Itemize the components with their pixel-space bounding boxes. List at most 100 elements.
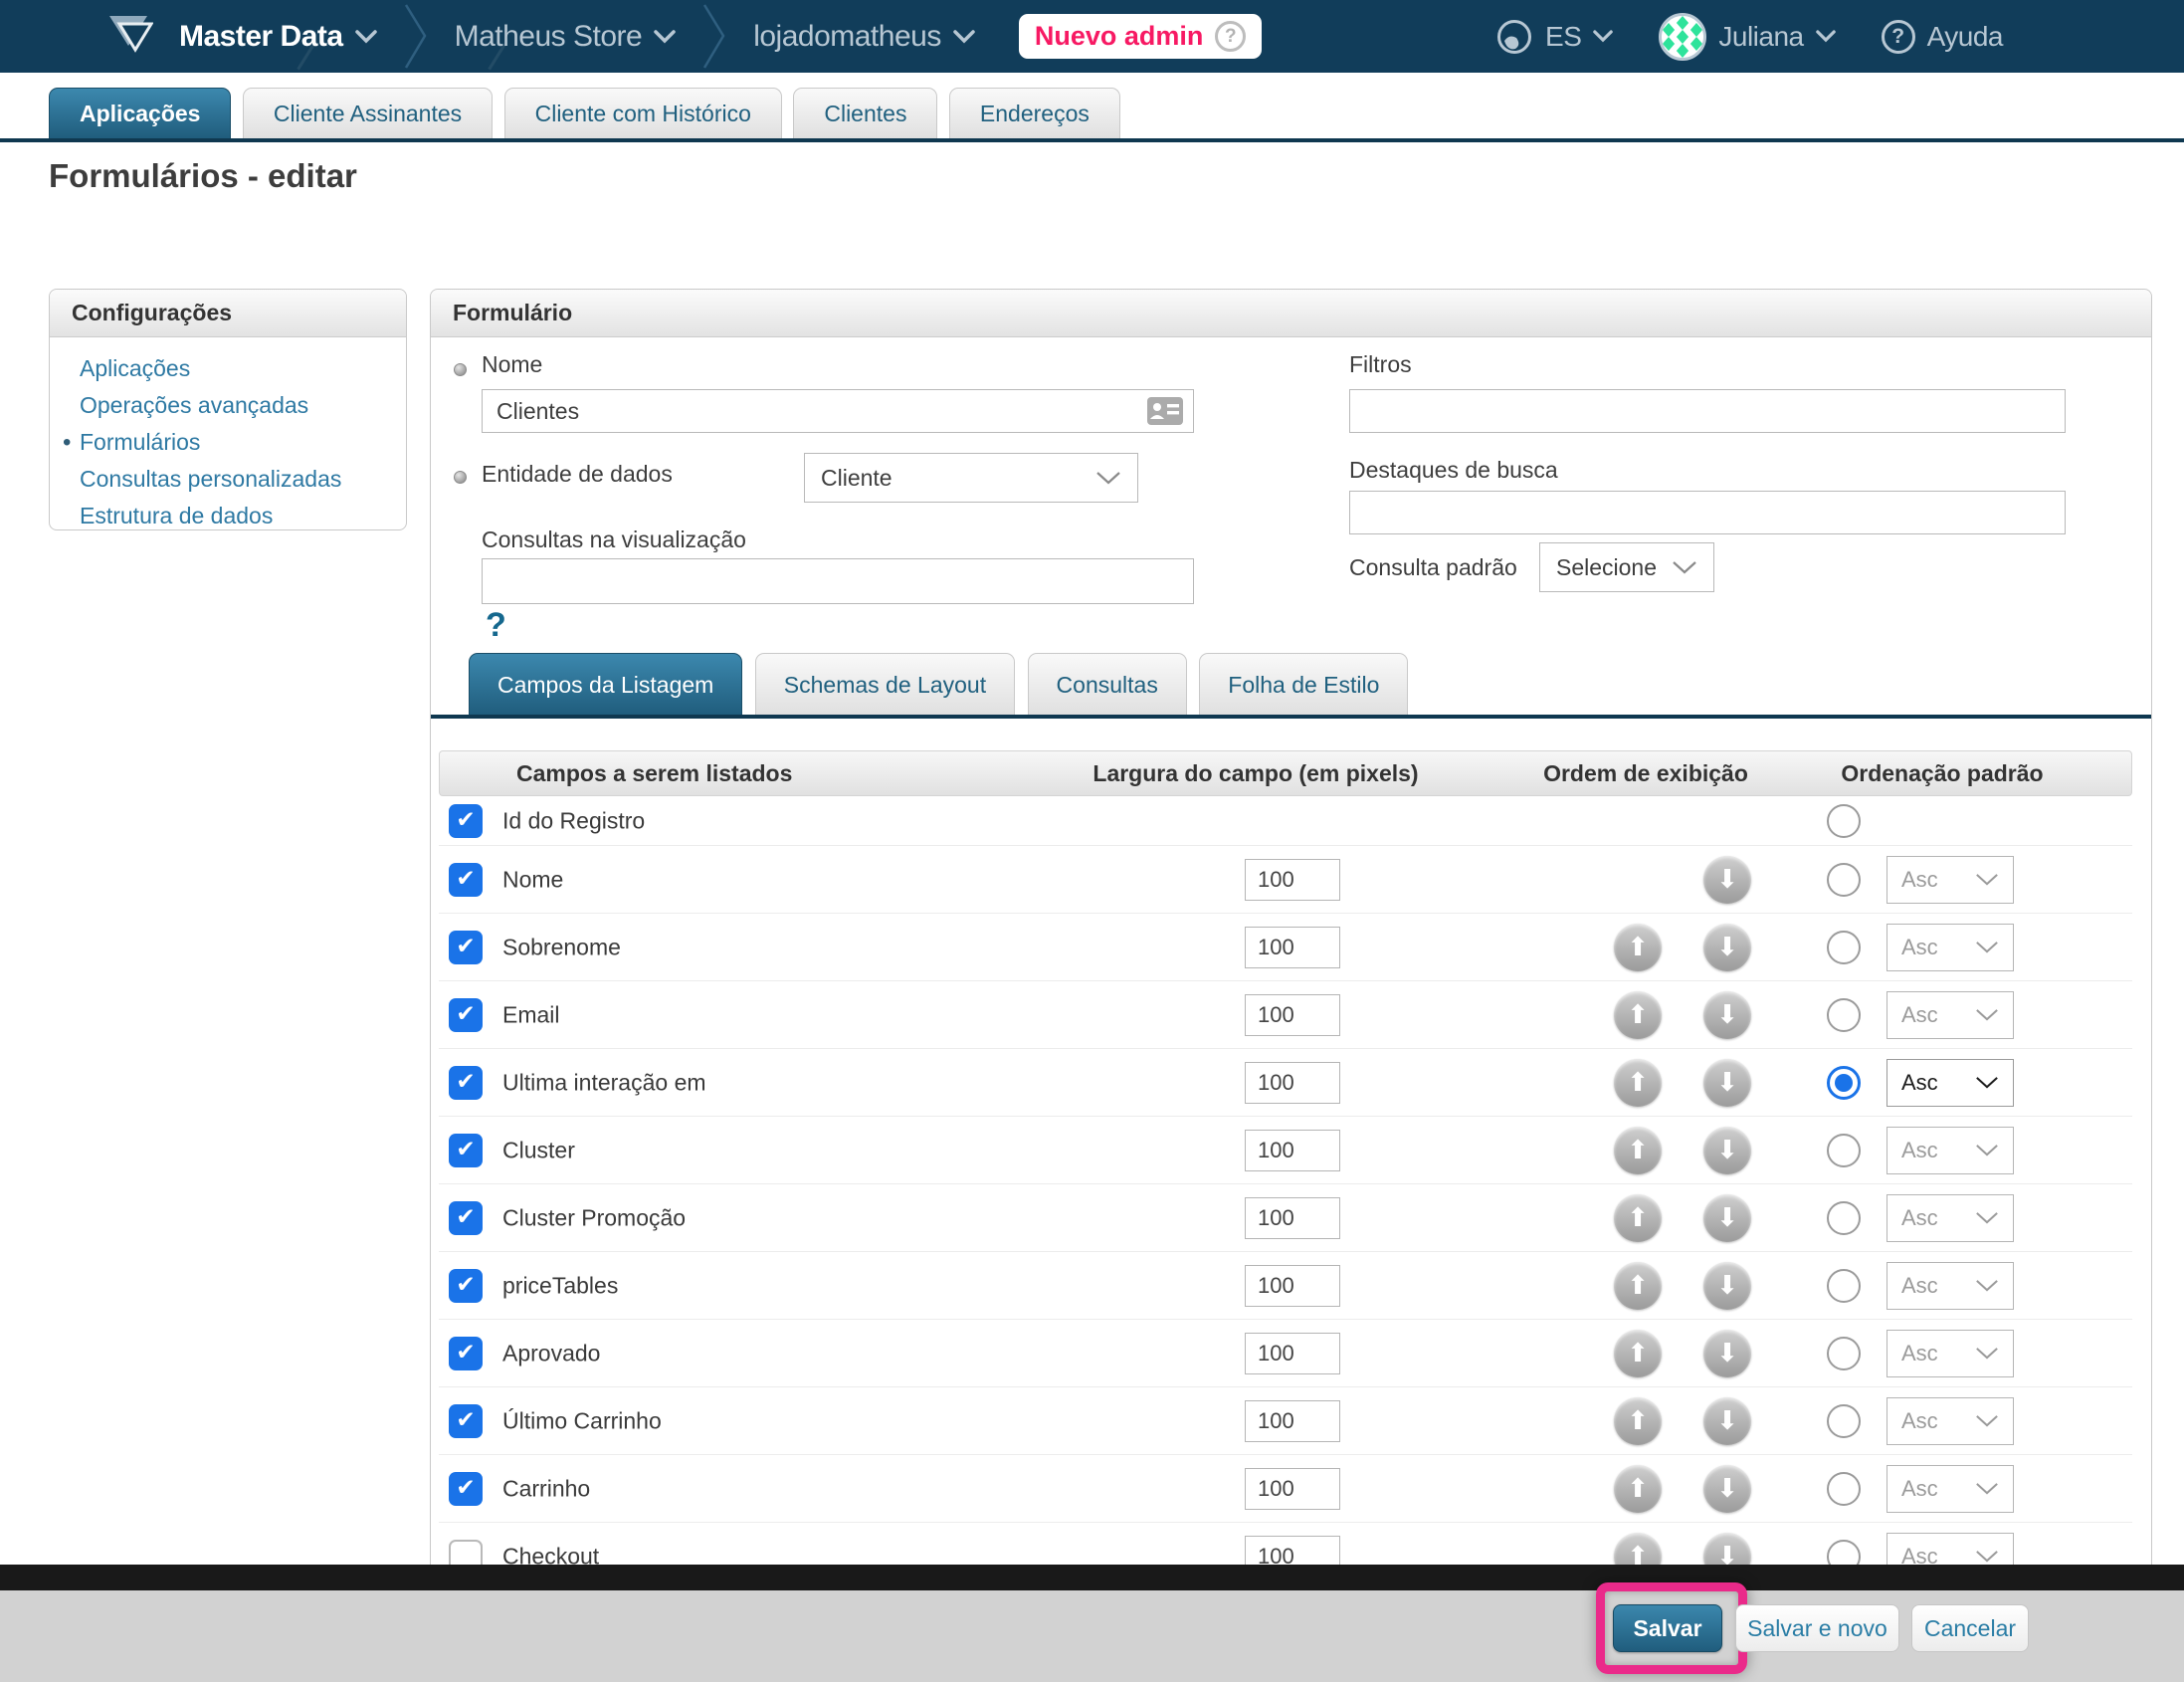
move-down-icon[interactable]: ⬇ (1703, 1533, 1751, 1566)
move-down-icon[interactable]: ⬇ (1703, 1330, 1751, 1377)
sort-direction-select[interactable]: Asc (1886, 924, 2014, 971)
contact-card-icon[interactable] (1146, 396, 1184, 426)
tab-cliente-assinantes[interactable]: Cliente Assinantes (243, 88, 493, 138)
move-up-icon[interactable]: ⬆ (1614, 1127, 1662, 1174)
field-checkbox[interactable]: ✔ (449, 998, 483, 1032)
question-circle-icon[interactable]: ? (1215, 21, 1246, 52)
new-admin-badge[interactable]: Nuevo admin ? (1019, 14, 1263, 59)
tab-clientes[interactable]: Clientes (793, 88, 937, 138)
field-checkbox[interactable]: ✔ (449, 1337, 483, 1370)
move-down-icon[interactable]: ⬇ (1703, 991, 1751, 1039)
move-up-icon[interactable]: ⬆ (1614, 1262, 1662, 1310)
field-width-input[interactable] (1245, 1536, 1340, 1566)
sort-direction-select[interactable]: Asc (1886, 1127, 2014, 1174)
default-sort-radio[interactable] (1827, 1134, 1861, 1167)
move-up-icon[interactable]: ⬆ (1614, 1397, 1662, 1445)
sort-direction-select[interactable]: Asc (1886, 1533, 2014, 1566)
move-down-icon[interactable]: ⬇ (1703, 1059, 1751, 1107)
tab-campos-da-listagem[interactable]: Campos da Listagem (469, 653, 742, 715)
nav-account-menu[interactable]: lojadomatheus (753, 20, 975, 54)
tab-schemas-de-layout[interactable]: Schemas de Layout (755, 653, 1015, 715)
field-width-input[interactable] (1245, 1062, 1340, 1104)
field-checkbox[interactable]: ✔ (449, 1201, 483, 1235)
sidebar-item-estrutura-de-dados[interactable]: Estrutura de dados (80, 498, 406, 534)
field-checkbox[interactable]: ✔ (449, 1404, 483, 1438)
default-sort-radio[interactable] (1827, 804, 1861, 838)
entidade-select[interactable]: Cliente (804, 453, 1138, 503)
tab-folha-de-estilo[interactable]: Folha de Estilo (1199, 653, 1408, 715)
nav-store-menu[interactable]: Matheus Store (455, 20, 677, 54)
save-button[interactable]: Salvar (1613, 1604, 1722, 1652)
move-down-icon[interactable]: ⬇ (1703, 856, 1751, 904)
move-down-icon[interactable]: ⬇ (1703, 924, 1751, 971)
field-checkbox[interactable]: ✔ (449, 1134, 483, 1167)
move-down-icon[interactable]: ⬇ (1703, 1262, 1751, 1310)
destaques-input[interactable] (1349, 491, 2066, 534)
field-checkbox[interactable]: ✔ (449, 804, 483, 838)
field-width-input[interactable] (1245, 1333, 1340, 1374)
default-sort-radio[interactable] (1827, 863, 1861, 897)
tab-consultas[interactable]: Consultas (1028, 653, 1187, 715)
sort-direction-select[interactable]: Asc (1886, 1194, 2014, 1242)
field-width-input[interactable] (1245, 1197, 1340, 1239)
sort-direction-select[interactable]: Asc (1886, 1397, 2014, 1445)
sidebar-item-formularios[interactable]: Formulários (80, 424, 406, 461)
default-sort-radio[interactable] (1827, 1404, 1861, 1438)
sidebar-item-consultas-personalizadas[interactable]: Consultas personalizadas (80, 461, 406, 498)
field-checkbox[interactable]: ✔ (449, 1066, 483, 1100)
consulta-padrao-select[interactable]: Selecione (1539, 542, 1714, 592)
sort-direction-select[interactable]: Asc (1886, 1059, 2014, 1107)
move-up-icon[interactable]: ⬆ (1614, 1330, 1662, 1377)
field-width-input[interactable] (1245, 1265, 1340, 1307)
default-sort-radio[interactable] (1827, 1540, 1861, 1566)
sort-direction-select[interactable]: Asc (1886, 1330, 2014, 1377)
save-and-new-button[interactable]: Salvar e novo (1735, 1604, 1899, 1652)
sort-direction-select[interactable]: Asc (1886, 991, 2014, 1039)
field-checkbox[interactable]: ✔ (449, 1269, 483, 1303)
nome-input[interactable] (482, 389, 1194, 433)
move-down-icon[interactable]: ⬇ (1703, 1194, 1751, 1242)
nav-product-menu[interactable]: Master Data (179, 20, 377, 54)
move-down-icon[interactable]: ⬇ (1703, 1397, 1751, 1445)
field-width-input[interactable] (1245, 1400, 1340, 1442)
filtros-input[interactable] (1349, 389, 2066, 433)
move-down-icon[interactable]: ⬇ (1703, 1465, 1751, 1513)
field-checkbox[interactable]: ✔ (449, 1472, 483, 1506)
sidebar-item-aplicacoes[interactable]: Aplicações (80, 350, 406, 387)
field-width-input[interactable] (1245, 994, 1340, 1036)
move-up-icon[interactable]: ⬆ (1614, 1194, 1662, 1242)
move-up-icon[interactable]: ⬆ (1614, 1059, 1662, 1107)
field-width-input[interactable] (1245, 927, 1340, 968)
default-sort-radio[interactable] (1827, 1472, 1861, 1506)
move-up-icon[interactable]: ⬆ (1614, 991, 1662, 1039)
default-sort-radio[interactable] (1827, 1269, 1861, 1303)
sort-direction-select[interactable]: Asc (1886, 1262, 2014, 1310)
help-question-mark[interactable]: ? (486, 606, 506, 645)
default-sort-radio[interactable] (1827, 931, 1861, 964)
move-down-icon[interactable]: ⬇ (1703, 1127, 1751, 1174)
locale-selector[interactable]: ES (1495, 18, 1613, 56)
move-up-icon[interactable]: ⬆ (1614, 1533, 1662, 1566)
field-checkbox[interactable]: ✔ (449, 863, 483, 897)
consultas-visualizacao-input[interactable] (482, 558, 1194, 604)
field-checkbox[interactable]: ✔ (449, 931, 483, 964)
field-width-input[interactable] (1245, 859, 1340, 901)
field-checkbox[interactable] (449, 1540, 483, 1566)
move-up-icon[interactable]: ⬆ (1614, 1465, 1662, 1513)
tab-enderecos[interactable]: Endereços (949, 88, 1120, 138)
tab-cliente-com-historico[interactable]: Cliente com Histórico (504, 88, 782, 138)
cancel-button[interactable]: Cancelar (1911, 1604, 2029, 1652)
sort-direction-select[interactable]: Asc (1886, 1465, 2014, 1513)
default-sort-radio[interactable] (1827, 998, 1861, 1032)
field-width-input[interactable] (1245, 1468, 1340, 1510)
user-menu[interactable]: Juliana (1659, 13, 1835, 61)
default-sort-radio[interactable] (1827, 1201, 1861, 1235)
move-up-icon[interactable]: ⬆ (1614, 924, 1662, 971)
sidebar-item-operacoes-avancadas[interactable]: Operações avançadas (80, 387, 406, 424)
field-width-input[interactable] (1245, 1130, 1340, 1171)
default-sort-radio[interactable] (1827, 1066, 1861, 1100)
help-menu[interactable]: ? Ayuda (1882, 20, 2003, 54)
default-sort-radio[interactable] (1827, 1337, 1861, 1370)
sort-direction-select[interactable]: Asc (1886, 856, 2014, 904)
tab-aplicacoes[interactable]: Aplicações (49, 88, 231, 138)
